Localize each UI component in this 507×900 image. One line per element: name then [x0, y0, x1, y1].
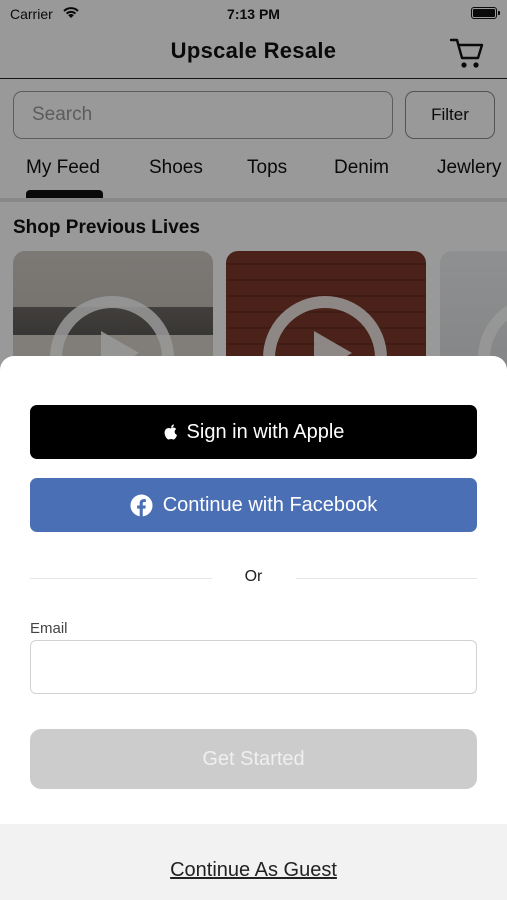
sign-in-with-apple-button[interactable]: Sign in with Apple	[30, 405, 477, 459]
or-separator: Or	[244, 568, 263, 585]
get-started-button[interactable]: Get Started	[30, 729, 477, 789]
facebook-button-label: Continue with Facebook	[162, 493, 378, 516]
login-sheet: Sign in with Apple Continue with Faceboo…	[0, 356, 507, 900]
continue-with-facebook-button[interactable]: Continue with Facebook	[30, 478, 477, 532]
continue-as-guest-link[interactable]: Continue As Guest	[0, 859, 507, 882]
guest-footer: Continue As Guest	[0, 824, 507, 900]
email-field[interactable]	[30, 640, 477, 694]
apple-button-label: Sign in with Apple	[186, 420, 345, 443]
divider-right	[296, 578, 477, 579]
email-label: Email	[30, 620, 68, 637]
facebook-icon	[130, 493, 153, 517]
apple-icon	[164, 423, 177, 440]
